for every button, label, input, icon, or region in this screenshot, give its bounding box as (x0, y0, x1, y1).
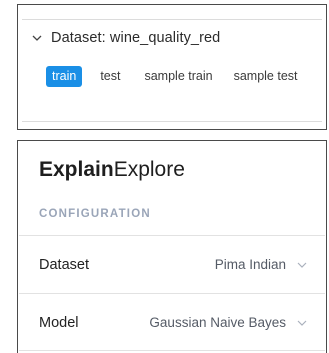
divider (19, 350, 325, 351)
dataset-label: Dataset (39, 256, 89, 273)
chevron-down-icon (32, 35, 42, 41)
section-label-configuration: CONFIGURATION (39, 208, 151, 220)
tab-test[interactable]: test (94, 66, 126, 87)
model-label: Model (39, 314, 79, 331)
model-select[interactable]: Model Gaussian Naive Bayes (18, 294, 326, 351)
tab-sample-train[interactable]: sample train (138, 66, 218, 87)
divider (22, 19, 322, 20)
chevron-down-icon (297, 262, 307, 268)
dataset-split-tabs: train test sample train sample test (46, 66, 316, 87)
brand-bold: Explain (39, 158, 114, 181)
dataset-title: Dataset: wine_quality_red (51, 30, 221, 46)
dataset-select-value[interactable]: Pima Indian (215, 257, 308, 272)
model-value: Gaussian Naive Bayes (149, 315, 286, 330)
tab-train[interactable]: train (46, 66, 83, 87)
divider (22, 121, 322, 122)
brand-regular: Explore (113, 158, 185, 181)
dataset-select[interactable]: Dataset Pima Indian (18, 236, 326, 293)
tab-sample-test[interactable]: sample test (231, 66, 304, 87)
app-brand: ExplainExplore (39, 158, 185, 182)
model-select-value[interactable]: Gaussian Naive Bayes (149, 315, 308, 330)
chevron-down-icon (297, 320, 307, 326)
dataset-panel: Dataset: wine_quality_red train test sam… (17, 4, 327, 130)
dataset-value: Pima Indian (214, 257, 286, 272)
config-panel: ExplainExplore CONFIGURATION Dataset Pim… (17, 140, 327, 353)
dataset-collapse-toggle[interactable]: Dataset: wine_quality_red (30, 30, 220, 46)
